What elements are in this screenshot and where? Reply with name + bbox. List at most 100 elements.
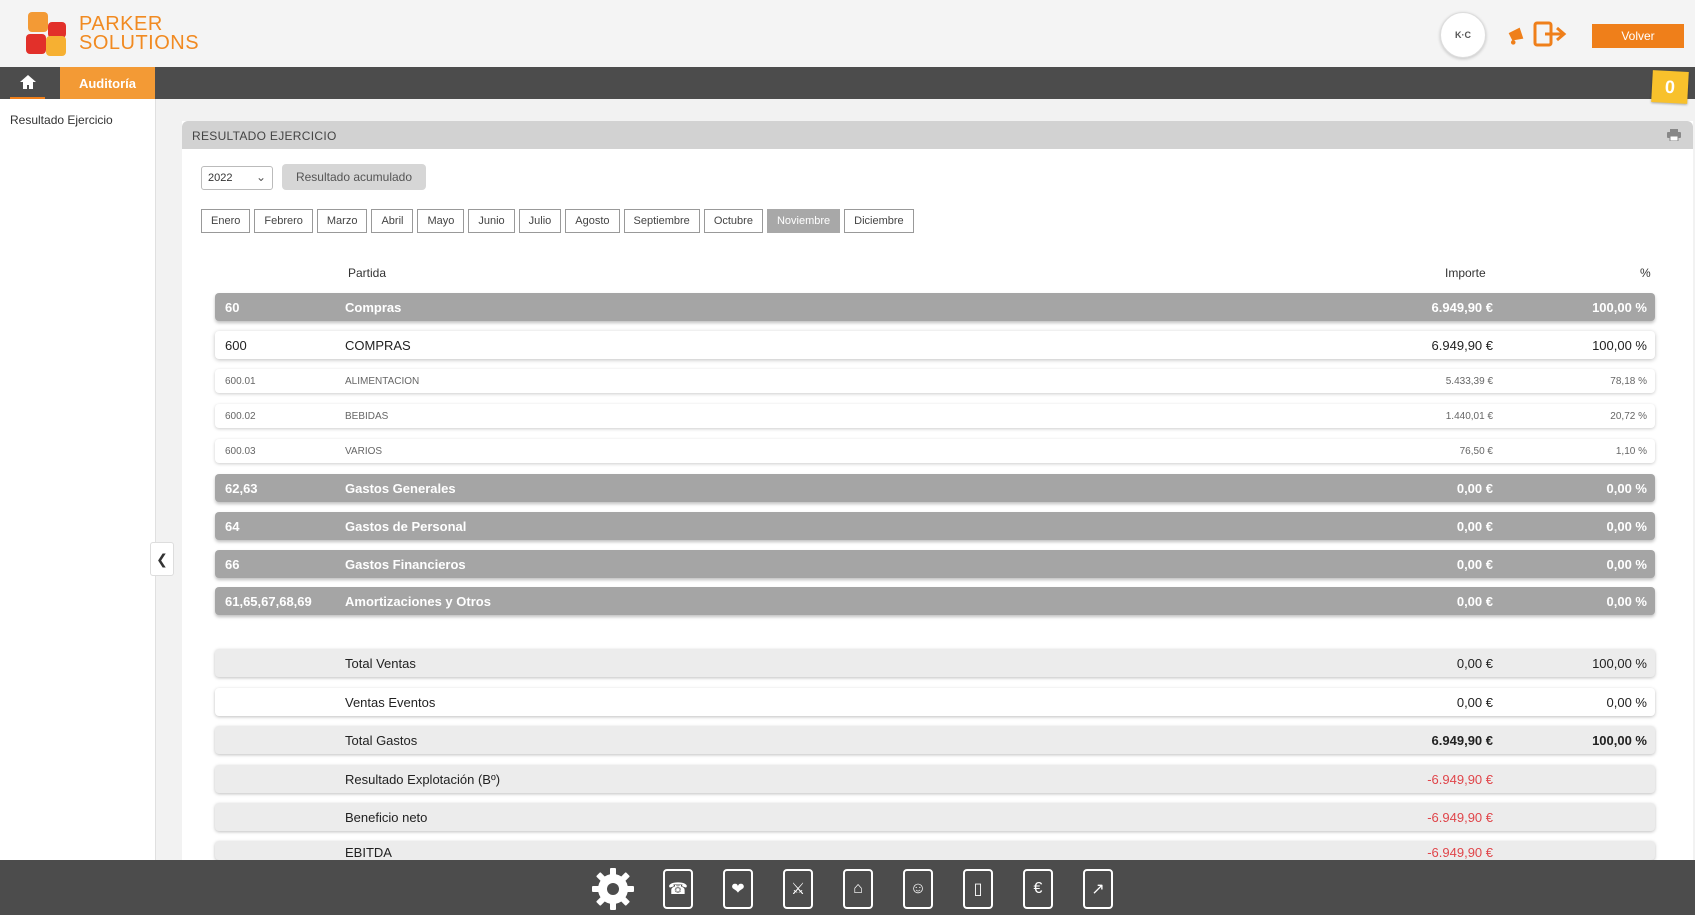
print-icon[interactable] [1667, 129, 1681, 141]
summary-name: Resultado Explotación (Bº) [345, 771, 501, 787]
row-pct: 0,00 % [1606, 556, 1647, 572]
row-code: 62,63 [225, 480, 258, 496]
chevron-left-icon: ❮ [156, 550, 168, 567]
summary-name: Total Ventas [345, 655, 416, 671]
summary-name: Beneficio neto [345, 809, 428, 825]
summary-pct: 100,00 % [1592, 732, 1647, 748]
group-row[interactable]: 62,63 Gastos Generales 0,00 € 0,00 % [215, 474, 1655, 502]
row-pct: 0,00 % [1606, 593, 1647, 609]
parker-logo [26, 12, 70, 56]
logout-icon[interactable] [1533, 21, 1567, 47]
summary-name: Ventas Eventos [345, 694, 436, 710]
row-pct: 0,00 % [1606, 480, 1647, 496]
row-code: 60 [225, 299, 240, 315]
row-name: Amortizaciones y Otros [345, 593, 491, 609]
group-row[interactable]: 64 Gastos de Personal 0,00 € 0,00 % [215, 512, 1655, 540]
subaccount-row[interactable]: 600.02 BEBIDAS 1.440,01 € 20,72 % [215, 404, 1655, 428]
group-row[interactable]: 61,65,67,68,69 Amortizaciones y Otros 0,00… [215, 587, 1655, 615]
subaccount-row[interactable]: 600.01 ALIMENTACION 5.433,39 € 78,18 % [215, 369, 1655, 393]
year-select[interactable]: 2022 ⌄ [201, 166, 273, 190]
subaccount-row[interactable]: 600.03 VARIOS 76,50 € 1,10 % [215, 439, 1655, 463]
row-name: COMPRAS [345, 337, 411, 353]
row-name: VARIOS [345, 445, 383, 457]
sidebar: Resultado Ejercicio [0, 99, 156, 860]
month-tab-enero[interactable]: Enero [201, 209, 251, 233]
group-row[interactable]: 60 Compras 6.949,90 € 100,00 % [215, 293, 1655, 321]
cutlery-icon[interactable]: ⚔ [783, 869, 813, 909]
row-amount: 6.949,90 € [1431, 299, 1493, 315]
month-tab-marzo[interactable]: Marzo [316, 209, 368, 233]
row-code: 600.02 [225, 410, 256, 422]
row-name: Gastos Financieros [345, 556, 466, 572]
row-amount: 76,50 € [1459, 445, 1493, 457]
month-tab-octubre[interactable]: Octubre [703, 209, 763, 233]
month-tab-febrero[interactable]: Febrero [254, 209, 313, 233]
chart-icon[interactable]: ↗ [1083, 869, 1113, 909]
mobile-icon[interactable]: ▯ [963, 869, 993, 909]
month-tabs: Enero Febrero Marzo Abril Mayo Junio Julio Agos… [201, 209, 914, 233]
home-button[interactable] [10, 67, 45, 99]
month-tab-julio[interactable]: Julio [518, 209, 562, 233]
row-pct: 100,00 % [1592, 299, 1647, 315]
sidebar-item-resultado-ejercicio[interactable]: Resultado Ejercicio [10, 113, 113, 127]
avatar[interactable]: K·C [1440, 12, 1486, 58]
summary-amount: 0,00 € [1456, 694, 1493, 710]
acumulado-button[interactable]: Resultado acumulado [282, 164, 426, 190]
panel-header: RESULTADO EJERCICIO [182, 121, 1693, 149]
panel-title: RESULTADO EJERCICIO [192, 129, 337, 143]
collapse-sidebar-button[interactable]: ❮ [150, 542, 174, 576]
bottom-dock: ☎ ❤ ⚔ ⌂ ☺ ▯ € ↗ [0, 860, 1695, 915]
home-icon [19, 75, 36, 89]
row-amount: 6.949,90 € [1431, 337, 1493, 353]
row-amount: 0,00 € [1456, 593, 1493, 609]
row-name: BEBIDAS [345, 410, 389, 422]
month-tab-agosto[interactable]: Agosto [565, 209, 620, 233]
brand-line2: SOLUTIONS [79, 32, 200, 54]
summary-row: Total Ventas 0,00 € 100,00 % [215, 649, 1655, 677]
summary-row: Resultado Explotación (Bº) -6.949,90 € [215, 765, 1655, 793]
row-pct: 78,18 % [1610, 375, 1647, 387]
summary-amount: 0,00 € [1456, 655, 1493, 671]
summary-amount: -6.949,90 € [1427, 771, 1493, 787]
back-button[interactable]: Volver [1592, 24, 1684, 48]
cart-icon[interactable]: ⌂ [843, 869, 873, 909]
row-pct: 20,72 % [1610, 410, 1647, 422]
summary-name: Total Gastos [345, 732, 418, 748]
app-header: PARKER SOLUTIONS K·C Volver [0, 0, 1695, 67]
row-amount: 1.440,01 € [1445, 410, 1493, 422]
summary-name: EBITDA [345, 845, 392, 860]
row-name: Gastos Generales [345, 480, 456, 496]
row-code: 61,65,67,68,69 [225, 593, 312, 609]
year-value: 2022 [208, 172, 233, 184]
row-name: ALIMENTACION [345, 375, 420, 387]
month-tab-diciembre[interactable]: Diciembre [844, 209, 914, 233]
summary-amount: 6.949,90 € [1431, 732, 1493, 748]
gear-icon[interactable] [590, 866, 636, 912]
headset-icon[interactable]: ☎ [663, 869, 693, 909]
contacts-icon[interactable]: ☺ [903, 869, 933, 909]
summary-row: Ventas Eventos 0,00 € 0,00 % [215, 688, 1655, 716]
month-tab-junio[interactable]: Junio [468, 209, 515, 233]
notification-badge[interactable]: 0 [1651, 70, 1689, 104]
summary-row: EBITDA -6.949,90 € [215, 841, 1655, 860]
row-pct: 100,00 % [1592, 337, 1647, 353]
month-tab-mayo[interactable]: Mayo [417, 209, 465, 233]
euro-icon[interactable]: € [1023, 869, 1053, 909]
month-tab-noviembre[interactable]: Noviembre [766, 209, 841, 233]
row-code: 64 [225, 518, 240, 534]
handshake-icon[interactable]: ❤ [723, 869, 753, 909]
summary-pct: 0,00 % [1606, 694, 1647, 710]
summary-amount: -6.949,90 € [1427, 809, 1493, 825]
row-code: 600 [225, 337, 247, 353]
row-amount: 0,00 € [1456, 518, 1493, 534]
month-tab-abril[interactable]: Abril [371, 209, 414, 233]
row-code: 600.01 [225, 375, 256, 387]
row-pct: 0,00 % [1606, 518, 1647, 534]
main-nav: Auditoría [0, 67, 1695, 99]
col-header-importe: Importe [1445, 266, 1486, 280]
tab-auditoria[interactable]: Auditoría [60, 67, 155, 99]
month-tab-septiembre[interactable]: Septiembre [623, 209, 700, 233]
account-row[interactable]: 600 COMPRAS 6.949,90 € 100,00 % [215, 331, 1655, 359]
group-row[interactable]: 66 Gastos Financieros 0,00 € 0,00 % [215, 550, 1655, 578]
bell-icon[interactable] [1505, 24, 1527, 46]
